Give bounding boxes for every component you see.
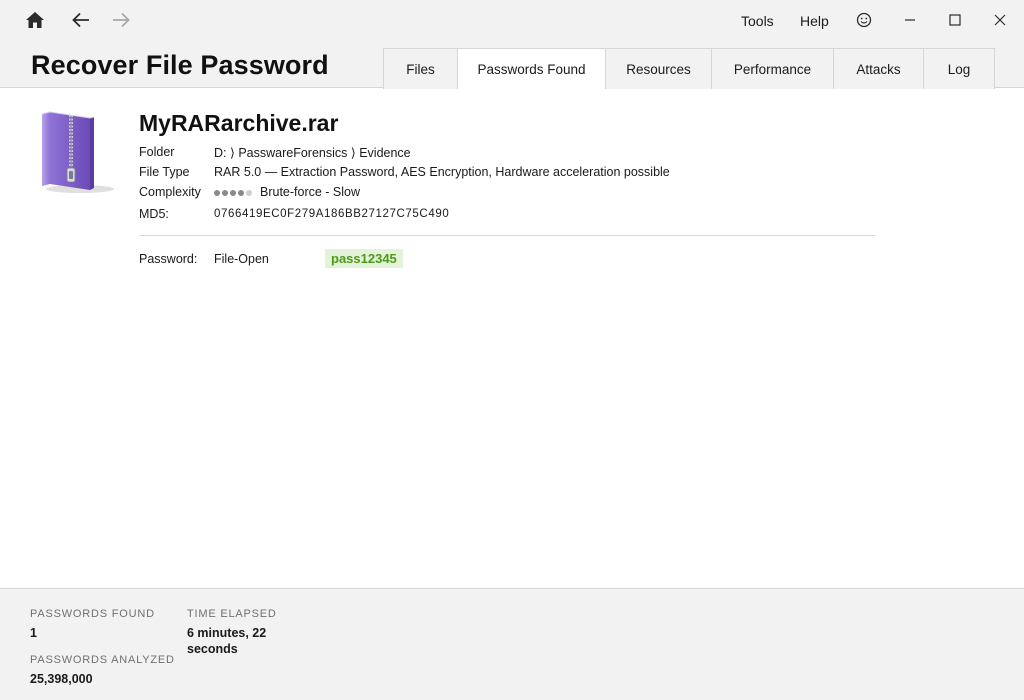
minimize-icon — [905, 19, 915, 21]
passwords-analyzed-label: PASSWORDS ANALYZED — [30, 654, 175, 666]
back-button[interactable] — [66, 6, 96, 34]
complexity-dot-empty — [246, 190, 252, 197]
complexity-text: Brute-force - Slow — [260, 185, 361, 199]
tab-passwords-found[interactable]: Passwords Found — [457, 48, 606, 89]
time-elapsed-value-line2: seconds — [187, 642, 238, 656]
file-type-label: File Type — [139, 165, 190, 179]
complexity-label: Complexity — [139, 185, 201, 199]
home-icon — [26, 12, 44, 28]
feedback-button[interactable] — [849, 6, 879, 34]
password-type: File-Open — [214, 252, 269, 266]
tab-attacks[interactable]: Attacks — [833, 48, 924, 89]
close-icon — [994, 14, 1006, 26]
complexity-dot-filled — [214, 190, 220, 197]
header: Recover File Password Files Passwords Fo… — [0, 40, 1024, 89]
close-button[interactable] — [985, 6, 1015, 34]
folder-path: D: ⟩ PasswareForensics ⟩ Evidence — [214, 146, 411, 160]
found-password[interactable]: pass12345 — [325, 249, 403, 268]
divider — [139, 235, 875, 236]
tab-performance[interactable]: Performance — [711, 48, 834, 89]
rar-archive-icon — [36, 110, 118, 194]
file-name: MyRARarchive.rar — [139, 110, 339, 136]
arrow-left-icon — [72, 12, 89, 28]
folder-label: Folder — [139, 145, 175, 159]
complexity-rating — [214, 186, 254, 200]
tab-files[interactable]: Files — [383, 48, 458, 89]
complexity-value: Brute-force - Slow — [214, 185, 360, 200]
passwords-found-label: PASSWORDS FOUND — [30, 608, 155, 620]
passwords-analyzed-value: 25,398,000 — [30, 672, 93, 686]
maximize-icon — [949, 14, 961, 26]
status-footer: PASSWORDS FOUND 1 TIME ELAPSED 6 minutes… — [0, 588, 1024, 700]
md5-label: MD5: — [139, 207, 169, 221]
menu-tools[interactable]: Tools — [741, 13, 774, 29]
minimize-button[interactable] — [895, 6, 925, 34]
maximize-button[interactable] — [940, 6, 970, 34]
passwords-found-value: 1 — [30, 626, 37, 640]
arrow-right-icon — [113, 12, 130, 28]
time-elapsed-label: TIME ELAPSED — [187, 608, 277, 620]
file-type-value: RAR 5.0 — Extraction Password, AES Encry… — [214, 165, 670, 179]
complexity-dot-filled — [230, 190, 236, 197]
complexity-dot-filled — [238, 190, 244, 197]
complexity-dot-filled — [222, 190, 228, 197]
md5-value: 0766419EC0F279A186BB27127C75C490 — [214, 208, 450, 220]
password-label: Password: — [139, 252, 198, 266]
tab-resources[interactable]: Resources — [605, 48, 712, 89]
time-elapsed-value-line1: 6 minutes, 22 — [187, 626, 267, 640]
forward-button[interactable] — [106, 6, 136, 34]
smiley-icon — [856, 12, 872, 28]
title-bar: Tools Help — [0, 0, 1024, 40]
menu-help[interactable]: Help — [800, 13, 829, 29]
tab-log[interactable]: Log — [923, 48, 995, 89]
page-title: Recover File Password — [31, 50, 329, 80]
home-button[interactable] — [20, 6, 50, 34]
